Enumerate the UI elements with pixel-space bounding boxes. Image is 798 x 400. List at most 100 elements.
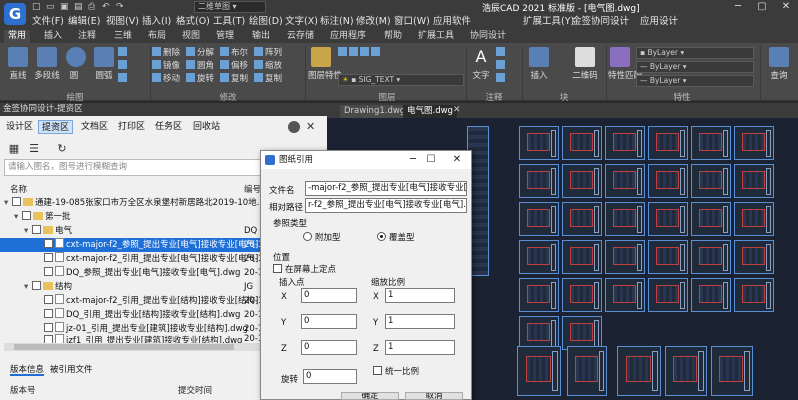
onscreen-checkbox[interactable]: 在屏幕上定点 <box>273 263 336 275</box>
menu-draw[interactable]: 绘图(D) <box>249 15 283 29</box>
drawing-tab-electrical[interactable]: 电气图.dwg <box>403 105 457 118</box>
app-logo-icon[interactable]: G <box>4 3 26 25</box>
workspace-select[interactable]: 二维草图 ▾ <box>194 1 266 13</box>
print-icon[interactable]: ⎙ <box>88 2 101 13</box>
menu-view[interactable]: 视图(V) <box>106 15 139 29</box>
ribbon-tab-apps[interactable]: 应用程序 <box>330 30 366 43</box>
ribbon-tab-output[interactable]: 输出 <box>252 30 270 43</box>
tab-version-info[interactable]: 版本信息 <box>10 364 45 376</box>
scrollbar-thumb[interactable] <box>14 344 234 350</box>
ok-button[interactable]: 确定 <box>341 392 399 400</box>
checkbox[interactable] <box>22 211 31 220</box>
collapse-icon[interactable]: ▾ <box>4 196 12 210</box>
menu-collab[interactable]: 金签协同设计 <box>572 15 629 29</box>
dim-tool-b[interactable] <box>496 60 507 72</box>
tab-design-area[interactable]: 设计区 <box>6 120 33 134</box>
draw-tool-b[interactable] <box>118 60 129 72</box>
line-button[interactable]: 直线 <box>6 47 30 81</box>
insert-block-button[interactable]: 插入 <box>526 47 552 81</box>
menu-tools[interactable]: 工具(T) <box>213 15 245 29</box>
ribbon-tab-home[interactable]: 常用 <box>4 30 31 43</box>
checkbox[interactable] <box>44 295 53 304</box>
insert-x-input[interactable]: 0 <box>301 288 357 303</box>
color-select[interactable]: ▪ ByLayer ▾ <box>636 47 754 59</box>
collapse-icon[interactable]: ▾ <box>24 224 32 238</box>
menu-edit[interactable]: 编辑(E) <box>68 15 100 29</box>
insert-y-input[interactable]: 0 <box>301 314 357 329</box>
match-properties-button[interactable]: 特性匹配 <box>608 47 642 81</box>
close-tab-icon[interactable]: ✕ <box>453 105 461 115</box>
scale-z-input[interactable]: 1 <box>385 340 455 355</box>
scale-button[interactable]: 缩放 <box>254 60 282 72</box>
checkbox[interactable] <box>44 239 53 248</box>
menu-file[interactable]: 文件(F) <box>32 15 64 29</box>
dim-tool-a[interactable] <box>496 47 507 59</box>
dim-tool-c[interactable] <box>496 73 507 85</box>
checkbox[interactable] <box>44 253 53 262</box>
scale-y-input[interactable]: 1 <box>385 314 455 329</box>
boolean-button[interactable]: 布尔 <box>220 47 248 59</box>
new-file-icon[interactable]: □ <box>32 2 45 13</box>
ribbon-tab-manage[interactable]: 管理 <box>216 30 234 43</box>
open-file-icon[interactable]: ▭ <box>46 2 59 13</box>
lineweight-select[interactable]: — ByLayer ▾ <box>636 75 754 87</box>
menu-modify[interactable]: 修改(M) <box>356 15 391 29</box>
radio-button[interactable] <box>377 232 386 241</box>
close-window-icon[interactable]: ✕ <box>774 0 798 14</box>
checkbox[interactable] <box>32 225 41 234</box>
save-icon[interactable]: ▣ <box>60 2 73 13</box>
close-panel-icon[interactable]: ✕ <box>306 120 320 134</box>
checkbox[interactable] <box>273 264 282 273</box>
relpath-field[interactable]: r-f2_参照_提出专业[电气]接收专业[电气].dwg <box>305 198 467 213</box>
drawing-tab-drawing1[interactable]: Drawing1.dwg <box>340 105 410 118</box>
tab-doc-area[interactable]: 文档区 <box>81 120 108 134</box>
ribbon-tab-3d[interactable]: 三维 <box>114 30 132 43</box>
tab-task-area[interactable]: 任务区 <box>155 120 182 134</box>
checkbox[interactable] <box>44 309 53 318</box>
offset-button[interactable]: 偏移 <box>220 60 248 72</box>
ribbon-tab-help[interactable]: 帮助 <box>384 30 402 43</box>
tab-recycle-bin[interactable]: 回收站 <box>193 120 220 134</box>
qrcode-button[interactable]: 二维码 <box>570 47 600 81</box>
dialog-minimize-icon[interactable]: ─ <box>405 152 421 168</box>
saveas-icon[interactable]: ▤ <box>74 2 87 13</box>
menu-app-design[interactable]: 应用设计 <box>640 15 678 29</box>
tab-submit-area[interactable]: 提资区 <box>38 120 74 134</box>
avatar[interactable] <box>288 121 300 133</box>
layer-tools-row1[interactable] <box>338 47 382 59</box>
menu-window[interactable]: 窗口(W) <box>394 15 430 29</box>
layer-properties-button[interactable]: 图层特性 <box>308 47 342 81</box>
minimize-window-icon[interactable]: ─ <box>726 0 750 14</box>
radio-button[interactable] <box>303 232 312 241</box>
checkbox[interactable] <box>12 197 21 206</box>
copy-button[interactable]: 复制 <box>220 73 248 85</box>
rotate-button[interactable]: 旋转 <box>186 73 214 85</box>
menu-dimension[interactable]: 标注(N) <box>320 15 354 29</box>
stretch-button[interactable]: 复制 <box>254 73 282 85</box>
fillet-button[interactable]: 圆角 <box>186 60 214 72</box>
explode-button[interactable]: 分解 <box>186 47 214 59</box>
checkbox[interactable] <box>32 281 41 290</box>
move-button[interactable]: 移动 <box>152 73 180 85</box>
filename-field[interactable]: -major-f2_参照_提出专业[电气]接收专业[电气 <box>305 181 467 196</box>
menu-ext-tools[interactable]: 扩展工具(Y) <box>523 15 574 29</box>
checkbox[interactable] <box>44 267 53 276</box>
scale-x-input[interactable]: 1 <box>385 288 455 303</box>
ribbon-tab-view[interactable]: 视图 <box>182 30 200 43</box>
tab-print-area[interactable]: 打印区 <box>118 120 145 134</box>
collapse-icon[interactable]: ▾ <box>14 210 22 224</box>
draw-tool-c[interactable] <box>118 73 129 85</box>
maximize-window-icon[interactable]: ▢ <box>750 0 774 14</box>
dialog-close-icon[interactable]: ✕ <box>449 152 465 168</box>
checkbox[interactable] <box>44 323 53 332</box>
uniform-scale-checkbox[interactable]: 统一比例 <box>373 365 419 377</box>
menu-format[interactable]: 格式(O) <box>176 15 210 29</box>
cancel-button[interactable]: 取消 <box>405 392 463 400</box>
circle-button[interactable]: 圆 <box>66 47 86 81</box>
overlay-radio[interactable]: 覆盖型 <box>377 231 415 243</box>
ribbon-tab-collab[interactable]: 协同设计 <box>470 30 506 43</box>
insert-z-input[interactable]: 0 <box>301 340 357 355</box>
menu-apps[interactable]: 应用软件 <box>433 15 471 29</box>
undo-icon[interactable]: ↶ <box>102 2 115 13</box>
list-view-icon[interactable]: ☰ <box>28 143 40 155</box>
